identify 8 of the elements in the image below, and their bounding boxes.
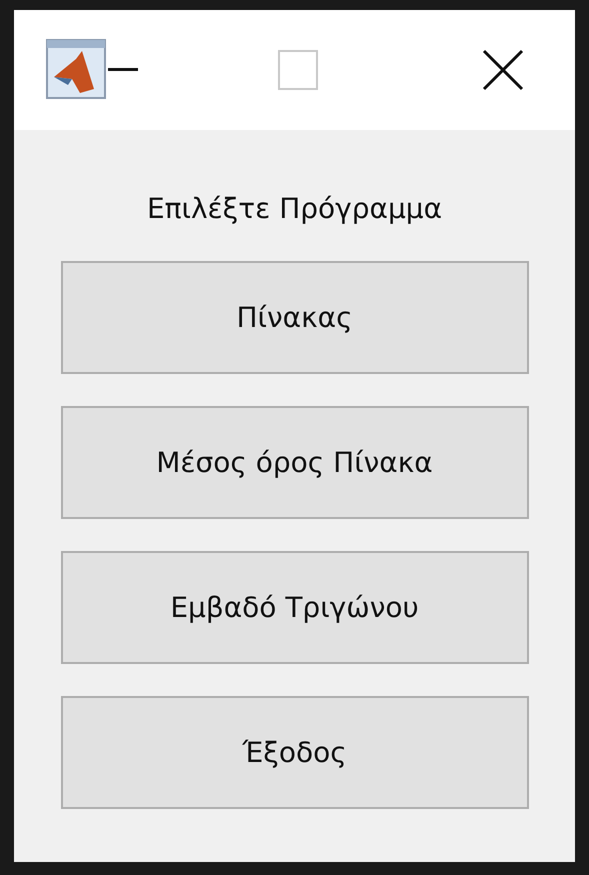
close-icon[interactable] (482, 49, 524, 91)
menu-button[interactable]: Πίνακας (60, 261, 528, 374)
minimize-icon[interactable] (108, 68, 138, 72)
prompt-label: Επιλέξτε Πρόγραμμα (146, 192, 442, 225)
app-icon (46, 39, 108, 101)
menu-button[interactable]: Εμβαδό Τριγώνου (60, 551, 528, 664)
menu-button[interactable]: Έξοδος (60, 696, 528, 809)
menu-button[interactable]: Μέσος όρος Πίνακα (60, 406, 528, 519)
